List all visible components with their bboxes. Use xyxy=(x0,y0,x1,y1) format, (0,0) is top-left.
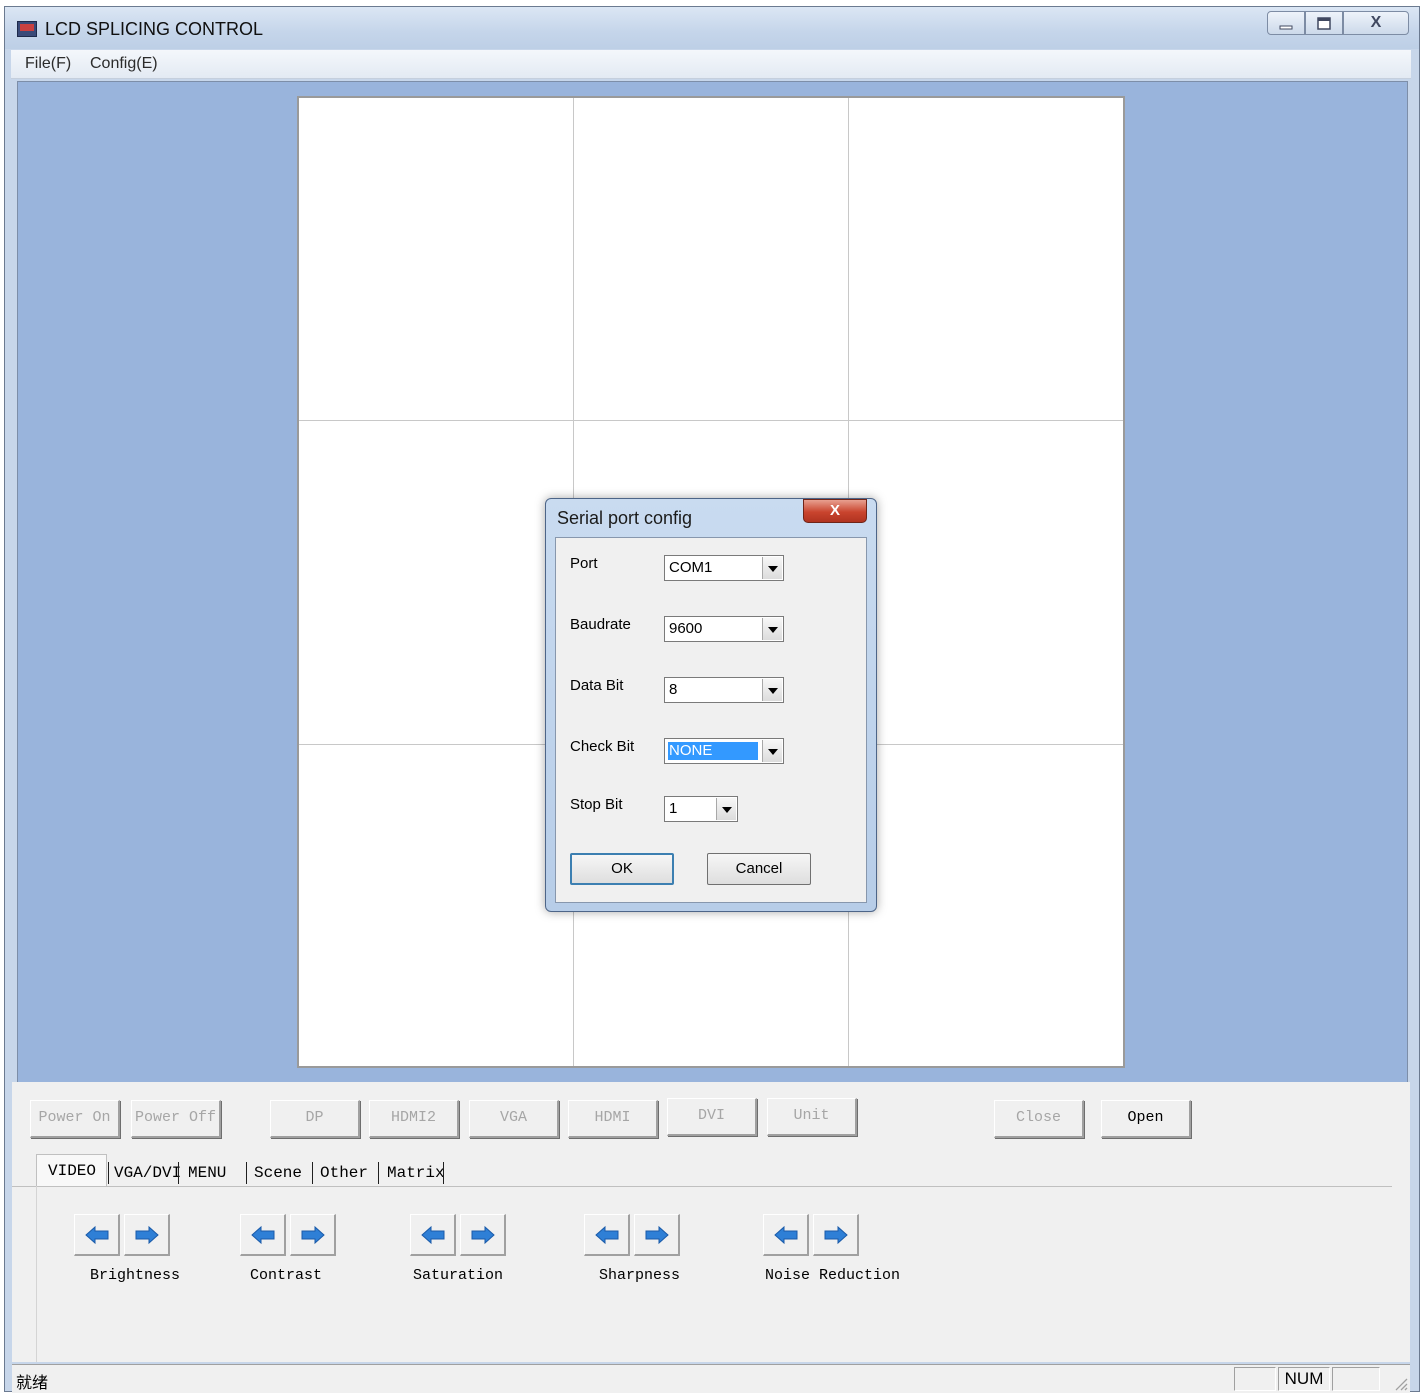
dvi-button[interactable]: DVI xyxy=(667,1098,757,1136)
close-icon: X xyxy=(1370,14,1382,31)
unit-button[interactable]: Unit xyxy=(767,1098,857,1136)
tab-separator xyxy=(178,1162,179,1184)
baudrate-select[interactable]: 9600 xyxy=(664,616,784,642)
status-pane xyxy=(1234,1367,1276,1391)
menu-bar: File(F) Config(E) xyxy=(11,50,1411,79)
tab-strip-line xyxy=(12,1186,1392,1187)
open-port-button[interactable]: Open xyxy=(1101,1100,1191,1138)
arrow-right-icon xyxy=(301,1225,325,1245)
title-bar[interactable]: LCD SPLICING CONTROL X xyxy=(5,7,1419,49)
arrow-right-icon xyxy=(471,1225,495,1245)
dialog-close-button[interactable]: X xyxy=(803,499,867,523)
brightness-decrease-button[interactable] xyxy=(74,1214,120,1256)
vga-button[interactable]: VGA xyxy=(469,1100,559,1138)
arrow-right-icon xyxy=(135,1225,159,1245)
chevron-down-icon[interactable] xyxy=(716,798,736,820)
tab-separator xyxy=(246,1162,247,1184)
minimize-button[interactable] xyxy=(1267,11,1305,35)
noise-reduction-label: Noise Reduction xyxy=(765,1267,901,1284)
chevron-down-icon[interactable] xyxy=(762,740,782,762)
maximize-button[interactable] xyxy=(1305,11,1343,35)
data-bit-select[interactable]: 8 xyxy=(664,677,784,703)
hdmi2-button[interactable]: HDMI2 xyxy=(369,1100,459,1138)
arrow-right-icon xyxy=(824,1225,848,1245)
window-title: LCD SPLICING CONTROL xyxy=(45,19,264,39)
brightness-increase-button[interactable] xyxy=(124,1214,170,1256)
check-bit-value: NONE xyxy=(668,742,758,760)
close-port-button[interactable]: Close xyxy=(994,1100,1084,1138)
baudrate-value: 9600 xyxy=(669,620,703,637)
hdmi-button[interactable]: HDMI xyxy=(568,1100,658,1138)
tab-separator xyxy=(108,1162,109,1184)
data-bit-value: 8 xyxy=(669,681,678,698)
window-close-button[interactable]: X xyxy=(1343,11,1409,35)
tab-content-border xyxy=(36,1186,37,1362)
port-select[interactable]: COM1 xyxy=(664,555,784,581)
chevron-down-icon[interactable] xyxy=(762,679,782,701)
chevron-down-icon[interactable] xyxy=(762,557,782,579)
power-on-button[interactable]: Power On xyxy=(30,1100,120,1138)
menu-file[interactable]: File(F) xyxy=(25,55,71,73)
tab-vga-dvi[interactable]: VGA/DVI xyxy=(114,1164,181,1182)
port-label: Port xyxy=(570,555,598,572)
check-bit-select[interactable]: NONE xyxy=(664,738,784,764)
dialog-body: Port COM1 Baudrate 9600 Data Bit 8 Check… xyxy=(555,537,867,903)
stop-bit-value: 1 xyxy=(669,800,678,817)
minimize-icon xyxy=(1279,25,1293,30)
chevron-down-icon[interactable] xyxy=(762,618,782,640)
brightness-label: Brightness xyxy=(90,1267,181,1284)
power-off-button[interactable]: Power Off xyxy=(131,1100,221,1138)
sharpness-decrease-button[interactable] xyxy=(584,1214,630,1256)
tab-separator xyxy=(312,1162,313,1184)
status-bar: 就绪 NUM xyxy=(12,1364,1410,1393)
num-lock-indicator: NUM xyxy=(1278,1367,1330,1391)
tab-separator xyxy=(443,1162,444,1184)
resize-grip-icon[interactable] xyxy=(1392,1375,1408,1391)
noise-reduction-decrease-button[interactable] xyxy=(763,1214,809,1256)
dialog-title: Serial port config xyxy=(557,508,693,528)
arrow-left-icon xyxy=(421,1225,445,1245)
tab-other[interactable]: Other xyxy=(320,1164,368,1182)
stop-bit-select[interactable]: 1 xyxy=(664,796,738,822)
stop-bit-label: Stop Bit xyxy=(570,796,623,813)
contrast-label: Contrast xyxy=(250,1267,323,1284)
menu-config[interactable]: Config(E) xyxy=(90,55,158,73)
dp-button[interactable]: DP xyxy=(270,1100,360,1138)
noise-reduction-increase-button[interactable] xyxy=(813,1214,859,1256)
saturation-increase-button[interactable] xyxy=(460,1214,506,1256)
arrow-left-icon xyxy=(251,1225,275,1245)
cancel-button[interactable]: Cancel xyxy=(707,853,811,885)
arrow-left-icon xyxy=(774,1225,798,1245)
status-text: 就绪 xyxy=(16,1375,49,1392)
tab-video[interactable]: VIDEO xyxy=(48,1162,96,1180)
sharpness-increase-button[interactable] xyxy=(634,1214,680,1256)
contrast-decrease-button[interactable] xyxy=(240,1214,286,1256)
data-bit-label: Data Bit xyxy=(570,677,624,694)
arrow-left-icon xyxy=(595,1225,619,1245)
tab-menu[interactable]: MENU xyxy=(188,1164,226,1182)
serial-port-dialog: Serial port config X Port COM1 Baudrate … xyxy=(545,498,877,912)
tab-matrix[interactable]: Matrix xyxy=(387,1164,445,1182)
baudrate-label: Baudrate xyxy=(570,616,631,633)
tab-scene[interactable]: Scene xyxy=(254,1164,302,1182)
contrast-increase-button[interactable] xyxy=(290,1214,336,1256)
sharpness-label: Sharpness xyxy=(599,1267,681,1284)
tab-separator xyxy=(378,1162,379,1184)
control-panel: Power On Power Off DP HDMI2 VGA HDMI DVI… xyxy=(12,1082,1410,1362)
grid-line xyxy=(299,420,1123,421)
saturation-decrease-button[interactable] xyxy=(410,1214,456,1256)
port-value: COM1 xyxy=(669,559,713,576)
ok-button[interactable]: OK xyxy=(570,853,674,885)
maximize-icon xyxy=(1317,17,1331,30)
arrow-right-icon xyxy=(645,1225,669,1245)
arrow-left-icon xyxy=(85,1225,109,1245)
status-pane xyxy=(1332,1367,1380,1391)
app-icon xyxy=(17,21,37,37)
check-bit-label: Check Bit xyxy=(570,738,635,755)
saturation-label: Saturation xyxy=(413,1267,504,1284)
close-icon: X xyxy=(829,502,840,519)
